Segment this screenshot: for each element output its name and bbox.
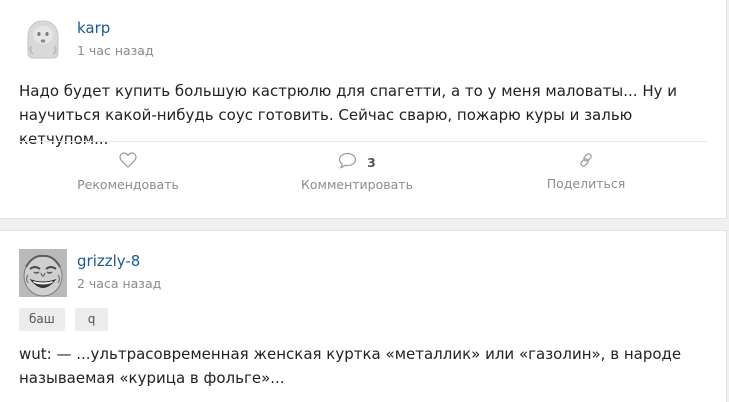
heart-icon [119, 152, 137, 172]
laughing-face-avatar-icon[interactable] [19, 249, 67, 297]
speech-bubble-icon [338, 152, 357, 173]
recommend-label: Рекомендовать [77, 177, 179, 192]
comment-label: Комментировать [301, 177, 413, 192]
post-timestamp: 2 часа назад [77, 276, 162, 291]
divider [19, 141, 707, 142]
share-label: Поделиться [546, 176, 626, 191]
comment-button[interactable]: 3 Комментировать [296, 151, 418, 192]
author-link[interactable]: karp [77, 19, 110, 37]
post-text: wut: — ...ультрасовременная женская курт… [19, 345, 682, 387]
tag-chip[interactable]: баш [19, 308, 65, 331]
share-button[interactable]: Поделиться [536, 151, 636, 191]
tag-chip[interactable]: q [74, 308, 109, 331]
comment-count: 3 [367, 154, 376, 170]
post-card: karp 1 час назад Надо будет купить больш… [0, 0, 727, 219]
ghost-avatar-icon[interactable] [19, 16, 67, 64]
tag-list: баш q [19, 308, 109, 331]
link-icon [578, 152, 594, 172]
author-link[interactable]: grizzly-8 [77, 252, 140, 270]
recommend-button[interactable]: Рекомендовать [68, 151, 188, 192]
post-card: grizzly-8 2 часа назад баш q wut: — ...у… [0, 230, 727, 402]
post-timestamp: 1 час назад [77, 43, 154, 58]
